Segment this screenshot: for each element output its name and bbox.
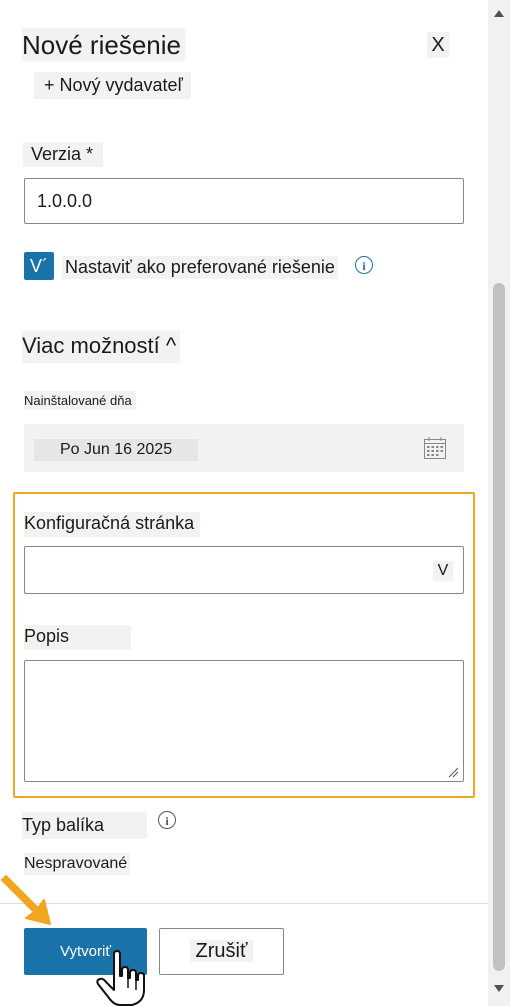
- preferred-checkbox[interactable]: V´: [24, 252, 54, 280]
- footer-divider: [0, 903, 488, 904]
- info-icon[interactable]: i: [158, 811, 176, 829]
- more-options-toggle[interactable]: Viac možností ^: [22, 331, 181, 363]
- resize-grip-icon[interactable]: [447, 766, 459, 778]
- package-type-label: Typ balíka: [22, 812, 147, 839]
- hand-cursor-icon: [96, 950, 145, 1006]
- installed-on-label: Nainštalované dňa: [24, 391, 136, 410]
- scrollbar-thumb[interactable]: [493, 283, 505, 971]
- close-button[interactable]: X: [427, 32, 449, 58]
- new-solution-panel: Nové riešenie X + Nový vydavateľ Verzia …: [0, 0, 488, 1006]
- arrow-pointer-icon: [1, 875, 51, 925]
- description-label: Popis: [24, 625, 131, 650]
- description-textarea[interactable]: [24, 660, 464, 782]
- config-page-select[interactable]: [24, 546, 464, 594]
- version-label: Verzia *: [23, 142, 104, 167]
- scroll-down-icon[interactable]: [493, 982, 505, 994]
- scroll-up-icon[interactable]: [493, 8, 505, 20]
- page-title: Nové riešenie: [22, 28, 185, 61]
- config-page-label: Konfiguračná stránka: [24, 512, 201, 537]
- preferred-label: Nastaviť ako preferované riešenie: [62, 256, 338, 279]
- info-icon[interactable]: i: [355, 256, 373, 274]
- cancel-button-label: Zrušiť: [189, 940, 254, 962]
- new-publisher-button[interactable]: + Nový vydavateľ: [34, 72, 191, 99]
- version-input[interactable]: 1.0.0.0: [24, 178, 464, 224]
- chevron-down-icon[interactable]: V: [433, 561, 453, 581]
- installed-date-value: Po Jun 16 2025: [34, 439, 198, 461]
- calendar-icon[interactable]: [423, 436, 447, 460]
- cancel-button[interactable]: Zrušiť: [159, 928, 284, 975]
